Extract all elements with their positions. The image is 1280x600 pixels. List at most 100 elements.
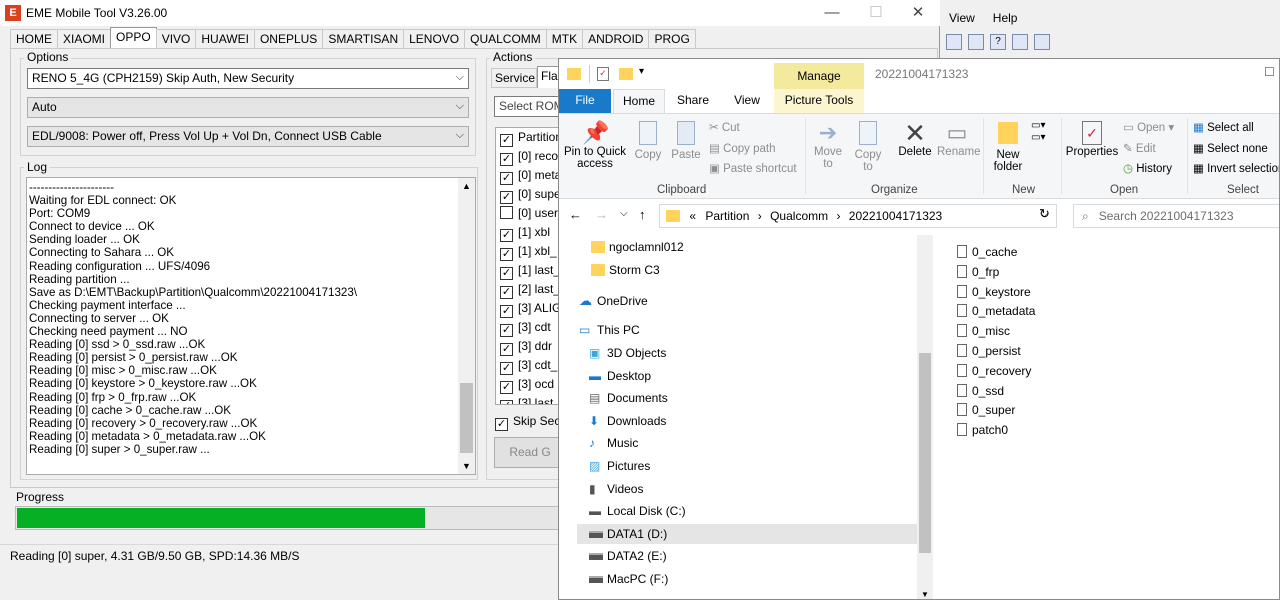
toolbar-icon[interactable] [968,34,984,50]
connect-method-select[interactable]: EDL/9008: Power off, Press Vol Up + Vol … [27,126,469,147]
select-rom-input[interactable]: Select ROM [494,96,566,117]
select-all-button[interactable]: ▦ Select all [1193,122,1254,134]
checkbox-checked-icon[interactable]: ✓ [500,343,513,356]
copy-to-button[interactable]: Copy to [851,120,885,173]
tab-smartisan[interactable]: SMARTISAN [322,29,405,48]
model-select[interactable]: RENO 5_4G (CPH2159) Skip Auth, New Secur… [27,68,469,89]
nav-item[interactable]: ▬ Desktop [577,366,917,386]
properties-icon[interactable]: ✓ [597,67,609,81]
partition-list[interactable]: ✓ Partition ✓ [0] reco ✓ [0] meta ✓ [0] supe [0… [495,127,565,405]
eme-titlebar[interactable]: E EME Mobile Tool V3.26.00 — ☐ ✕ [0,0,940,26]
navigation-scrollbar[interactable]: ▼ [917,235,933,599]
log-scroll-thumb[interactable] [460,383,473,453]
mode-select[interactable]: Auto ⌵ [27,97,469,118]
partition-row[interactable]: [0] user [496,204,564,223]
invert-selection-button[interactable]: ▦ Invert selection [1193,163,1279,175]
tab-xiaomi[interactable]: XIAOMI [57,29,112,48]
tab-vivo[interactable]: VIVO [155,29,197,48]
menu-help[interactable]: Help [984,8,1027,28]
partition-row[interactable]: ✓ [0] reco [496,147,564,166]
file-item[interactable]: patch0 [957,423,1008,437]
cut-button[interactable]: ✂ Cut [709,122,740,134]
checkbox-unchecked-icon[interactable] [500,206,513,219]
breadcrumb-item[interactable]: Qualcomm [770,209,828,223]
nav-item[interactable]: ☁ OneDrive [577,290,917,310]
tab-view[interactable]: View [721,89,773,113]
rename-button[interactable]: ▭ Rename [937,120,980,158]
nav-item[interactable]: ▮ Videos [577,479,917,499]
tab-oppo[interactable]: OPPO [110,27,157,48]
file-item[interactable]: 0_keystore [957,284,1031,299]
new-folder-icon[interactable] [619,68,633,80]
nav-item[interactable]: DATA2 (E:) [577,546,917,566]
edit-button[interactable]: ✎ Edit [1123,143,1156,155]
partition-row[interactable]: ✓ [3] last [496,394,564,404]
log-textbox[interactable]: ---------------------- Waiting for EDL co… [26,177,476,475]
tab-huawei[interactable]: HUAWEI [195,29,255,48]
partition-row[interactable]: ✓ [3] cdt_ [496,356,564,375]
partition-row[interactable]: ✓ [3] cdt [496,318,564,337]
checkbox-checked-icon[interactable]: ✓ [500,400,513,404]
checkbox-checked-icon[interactable]: ✓ [500,362,513,375]
toolbar-icon[interactable] [946,34,962,50]
checkbox-checked-icon[interactable]: ✓ [500,286,513,299]
move-to-button[interactable]: ➔ Move to [811,120,845,170]
tab-android[interactable]: ANDROID [582,29,650,48]
tab-prog[interactable]: PROG [648,29,696,48]
partition-row[interactable]: ✓ [1] xbl [496,223,564,242]
select-none-button[interactable]: ▦ Select none [1193,143,1268,155]
nav-item[interactable]: ▭ This PC [577,320,917,340]
close-button[interactable]: ✕ [898,2,938,24]
breadcrumb-separator-icon[interactable]: › [836,209,840,223]
file-item[interactable]: 0_persist [957,344,1021,358]
search-input[interactable]: ⌕ Search 20221004171323 [1073,204,1279,228]
tab-service[interactable]: Service [491,68,537,88]
file-item[interactable]: 0_recovery [957,363,1031,378]
explorer-titlebar[interactable]: ✓ ▾ Manage 20221004171323 ☐ [559,59,1279,89]
pin-quick-access-button[interactable]: 📌 Pin to Quick access [563,120,627,170]
up-arrow-icon[interactable]: ↑ [639,207,646,222]
new-folder-button[interactable]: New folder [989,120,1027,173]
nav-item[interactable]: Storm C3 [577,260,917,280]
file-item[interactable]: 0_ssd [957,383,1004,398]
checkbox-checked-icon[interactable]: ✓ [500,248,513,261]
checkbox-checked-icon[interactable]: ✓ [500,153,513,166]
partition-row[interactable]: ✓ [2] last_ [496,280,564,299]
tab-picture-tools[interactable]: Picture Tools [774,89,864,113]
nav-item[interactable]: ▨ Pictures [577,456,917,476]
tab-file[interactable]: File [559,89,611,113]
history-button[interactable]: ◷ History [1123,163,1172,175]
nav-item[interactable]: ▬ Local Disk (C:) [577,501,917,521]
maximize-button[interactable]: ☐ [1264,65,1275,79]
partition-row[interactable]: ✓ [3] ddr [496,337,564,356]
checkbox-checked-icon[interactable]: ✓ [500,191,513,204]
forward-arrow-icon[interactable]: → [595,207,608,222]
nav-item[interactable]: MacPC (F:) [577,569,917,589]
checkbox-checked-icon[interactable]: ✓ [500,267,513,280]
file-item[interactable]: 0_metadata [957,304,1035,318]
partition-row[interactable]: ✓ [0] meta [496,166,564,185]
open-button[interactable]: ▭ Open ▾ [1123,122,1174,134]
checkbox-checked-icon[interactable]: ✓ [500,324,513,337]
log-scrollbar[interactable]: ▲ ▼ [458,178,475,474]
tab-share[interactable]: Share [667,89,719,113]
maximize-button[interactable]: ☐ [856,2,896,24]
partition-row[interactable]: ✓ [1] last_ [496,261,564,280]
navigation-scroll-thumb[interactable] [919,353,931,553]
minimize-button[interactable]: — [812,2,852,24]
partition-row[interactable]: ✓ [3] ALIG [496,299,564,318]
toolbar-icon[interactable] [1012,34,1028,50]
delete-button[interactable]: ✕ Delete [897,120,933,158]
manage-context-tab[interactable]: Manage [774,63,864,89]
tab-mtk[interactable]: MTK [545,29,584,48]
checkbox-checked-icon[interactable]: ✓ [500,381,513,394]
tab-oneplus[interactable]: ONEPLUS [253,29,324,48]
copy-button[interactable]: Copy [631,120,665,161]
scroll-up-icon[interactable]: ▲ [462,181,471,191]
partition-row[interactable]: ✓ [0] supe [496,185,564,204]
tab-lenovo[interactable]: LENOVO [403,29,466,48]
partition-header[interactable]: ✓ Partition [496,128,564,147]
partition-row[interactable]: ✓ [3] ocd [496,375,564,394]
help-icon[interactable]: ? [990,34,1006,50]
back-arrow-icon[interactable]: ← [569,207,582,222]
